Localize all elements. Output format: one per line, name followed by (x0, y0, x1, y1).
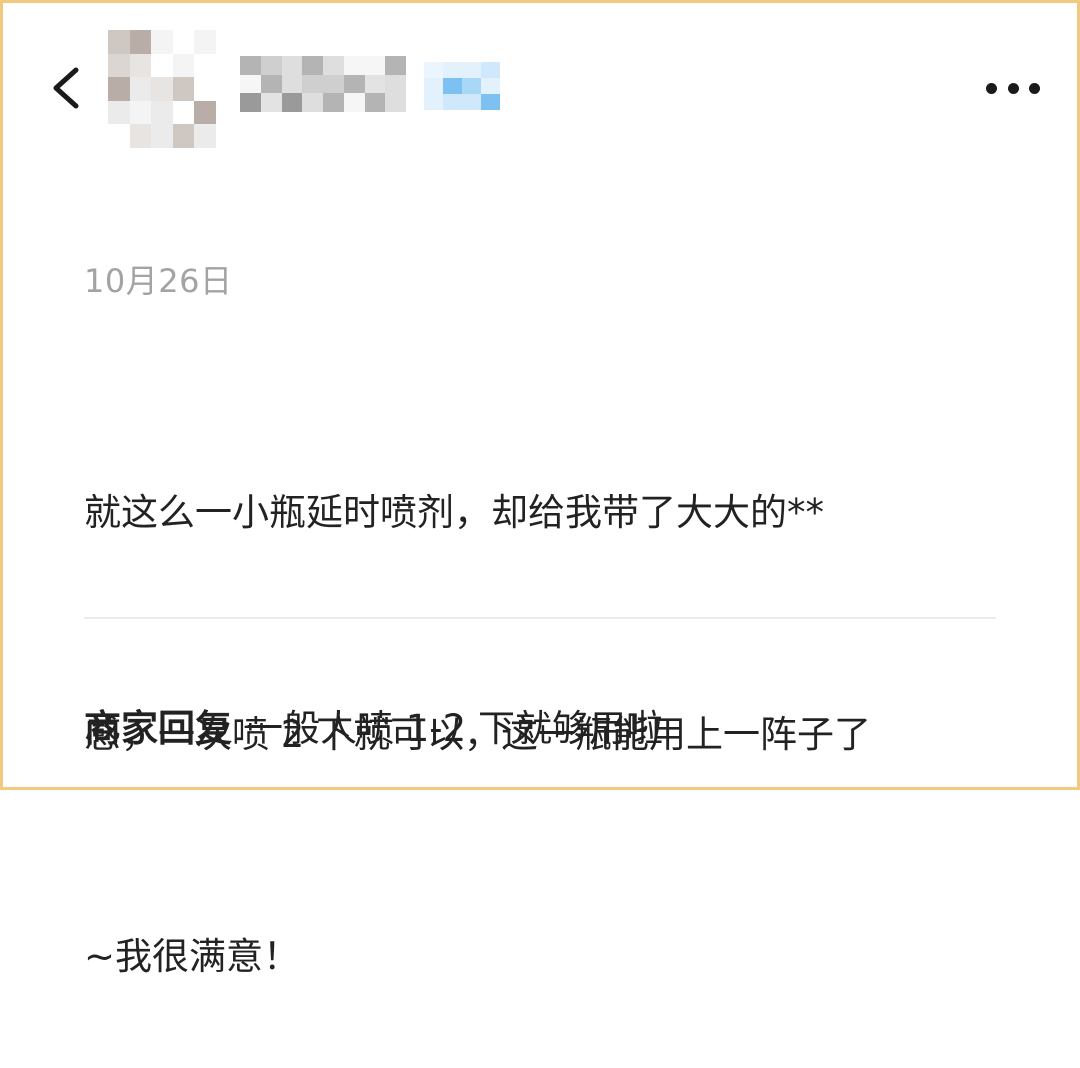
review-text-line: 就这么一小瓶延时喷剂，却给我带了大大的** (84, 491, 824, 534)
mosaic-cell (424, 78, 443, 94)
mosaic-cell (129, 124, 152, 148)
mosaic-cell (129, 77, 152, 101)
mosaic-cell (323, 93, 344, 112)
mosaic-cell (302, 74, 323, 94)
mosaic-cell (108, 30, 130, 54)
mosaic-cell (240, 93, 261, 112)
mosaic-cell (194, 53, 216, 78)
mosaic-cell (343, 74, 365, 94)
mosaic-cell (172, 30, 195, 54)
mosaic-cell (129, 30, 152, 54)
mosaic-cell (129, 53, 152, 78)
mosaic-cell (481, 94, 500, 110)
mosaic-cell (462, 62, 481, 78)
mosaic-cell (302, 56, 323, 75)
mosaic-cell (194, 77, 216, 101)
mosaic-cell (194, 30, 216, 54)
mosaic-cell (108, 77, 130, 101)
back-button[interactable] (44, 62, 94, 114)
mosaic-cell (129, 100, 152, 125)
mosaic-cell (151, 77, 173, 101)
avatar[interactable] (108, 30, 216, 148)
mosaic-cell (172, 124, 195, 148)
mosaic-cell (194, 124, 216, 148)
mosaic-cell (385, 93, 406, 112)
more-dot-icon (1007, 82, 1019, 94)
mosaic-cell (260, 74, 282, 94)
mosaic-cell (194, 100, 216, 125)
more-options-button[interactable] (980, 72, 1046, 104)
mosaic-cell (172, 77, 195, 101)
mosaic-cell (240, 56, 261, 75)
mosaic-cell (323, 56, 344, 75)
mosaic-cell (443, 78, 462, 94)
mosaic-cell (260, 93, 282, 112)
mosaic-cell (108, 100, 130, 125)
mosaic-cell (481, 62, 500, 78)
user-nickname (240, 56, 406, 112)
user-badge (424, 62, 500, 110)
mosaic-cell (151, 53, 173, 78)
mosaic-cell (240, 74, 261, 94)
mosaic-cell (385, 56, 406, 75)
mosaic-cell (364, 56, 386, 75)
mosaic-cell (481, 78, 500, 94)
mosaic-cell (108, 124, 130, 148)
mosaic-cell (172, 53, 195, 78)
mosaic-cell (443, 62, 462, 78)
chevron-left-icon (53, 67, 79, 109)
mosaic-cell (281, 74, 303, 94)
mosaic-cell (462, 94, 481, 110)
review-date: 10月26日 (84, 262, 233, 300)
mosaic-cell (151, 124, 173, 148)
mosaic-cell (151, 100, 173, 125)
mosaic-cell (343, 93, 365, 112)
mosaic-cell (343, 56, 365, 75)
mosaic-cell (281, 93, 303, 112)
mosaic-cell (364, 93, 386, 112)
mosaic-cell (424, 94, 443, 110)
mosaic-cell (323, 74, 344, 94)
divider (84, 617, 996, 619)
mosaic-cell (364, 74, 386, 94)
more-dot-icon (1029, 82, 1040, 94)
mosaic-cell (151, 30, 173, 54)
review-text-line: ~我很满意！ (84, 935, 301, 978)
merchant-reply-label: 商家回复 (84, 707, 232, 750)
mosaic-cell (443, 94, 462, 110)
mosaic-cell (385, 74, 406, 94)
mosaic-cell (108, 53, 130, 78)
mosaic-cell (260, 56, 282, 75)
merchant-reply: 商家回复 一般人喷 1-2 下就够用啦 (84, 698, 663, 752)
mosaic-cell (302, 93, 323, 112)
more-dot-icon (986, 82, 997, 94)
mosaic-cell (172, 100, 195, 125)
merchant-reply-text: 一般人喷 1-2 下就够用啦 (246, 707, 663, 750)
mosaic-cell (424, 62, 443, 78)
mosaic-cell (281, 56, 303, 75)
mosaic-cell (462, 78, 481, 94)
